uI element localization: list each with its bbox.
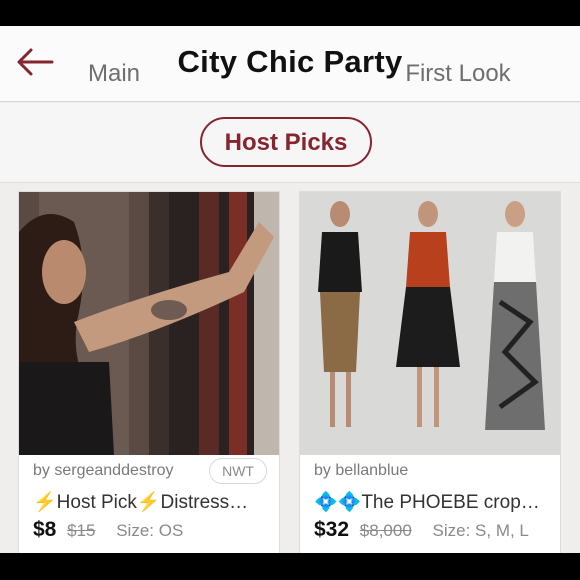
listing-photo[interactable]	[300, 192, 560, 455]
device-frame: City Chic Party Main Host Picks First Lo…	[0, 0, 580, 580]
seller-name[interactable]: by sergeanddestroy	[33, 462, 174, 480]
listing-photo[interactable]	[19, 192, 279, 455]
price-row: $8 $15 Size: OS	[33, 518, 277, 542]
tab-host-picks[interactable]: Host Picks	[200, 117, 372, 167]
tab-first-look[interactable]: First Look	[390, 50, 526, 98]
listing-card[interactable]: by sergeanddestroy NWT ⚡️Host Pick⚡️Dist…	[18, 191, 280, 553]
seller-name[interactable]: by bellanblue	[314, 462, 408, 480]
tab-main[interactable]: Main	[72, 50, 156, 98]
listing-card[interactable]: by bellanblue 💠💠The PHOEBE crop… $32 $8,…	[299, 191, 561, 553]
original-price: $15	[67, 521, 96, 540]
listing-price: $8	[33, 518, 57, 541]
listing-title[interactable]: 💠💠The PHOEBE crop…	[314, 490, 554, 514]
original-price: $8,000	[359, 521, 412, 540]
listing-price: $32	[314, 518, 350, 541]
listing-title[interactable]: ⚡️Host Pick⚡️Distress…	[33, 490, 273, 514]
condition-badge: NWT	[209, 458, 267, 484]
app-screen: City Chic Party Main Host Picks First Lo…	[0, 26, 580, 553]
listing-size: Size: S, M, L	[432, 521, 529, 540]
price-row: $32 $8,000 Size: S, M, L	[314, 518, 558, 542]
listing-size: Size: OS	[116, 521, 184, 540]
